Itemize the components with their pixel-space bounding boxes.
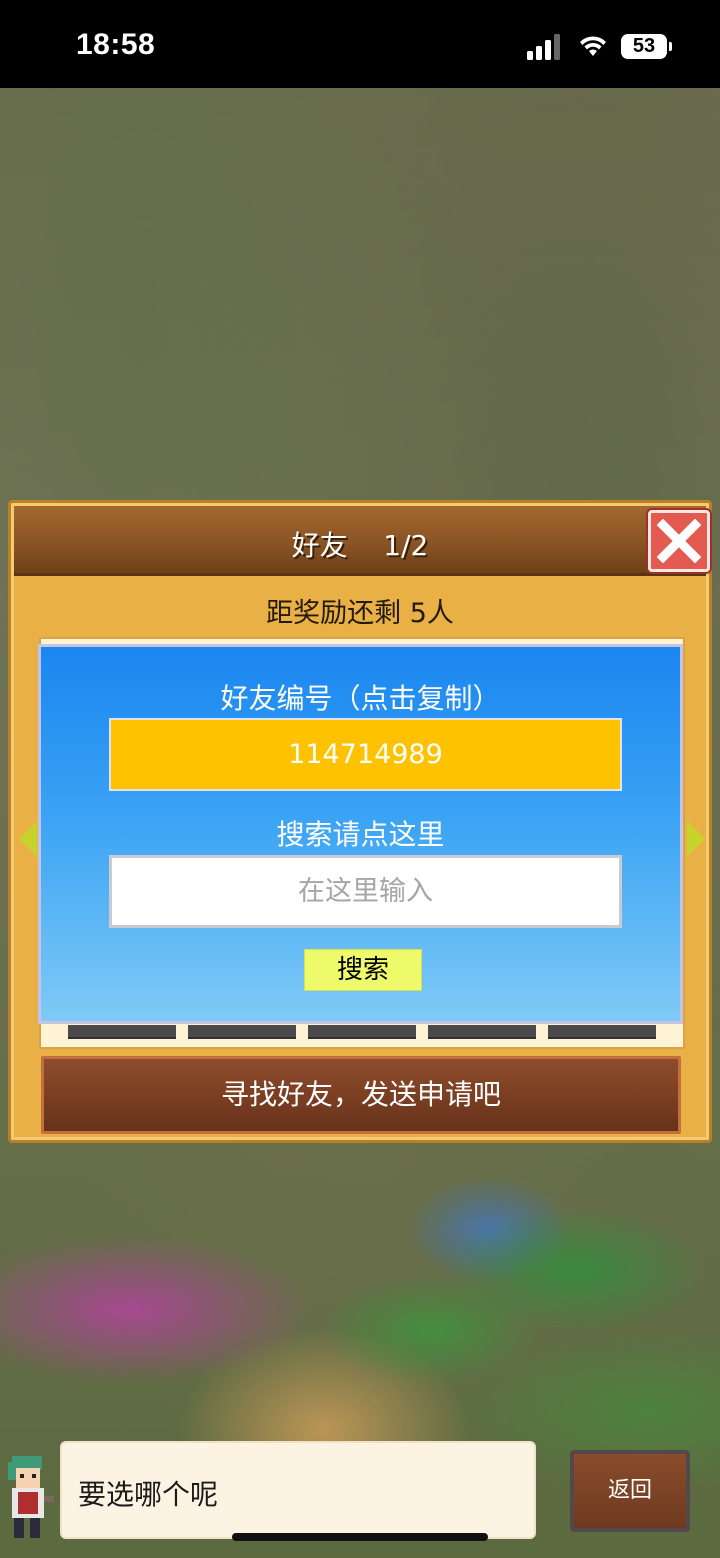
arrow-left-icon[interactable] xyxy=(19,821,37,857)
friend-slot xyxy=(68,1025,176,1039)
status-time: 18:58 xyxy=(76,28,156,61)
battery-icon: 53 xyxy=(621,34,672,59)
friend-slot xyxy=(308,1025,416,1039)
search-input[interactable] xyxy=(109,855,622,928)
home-indicator[interactable] xyxy=(232,1533,488,1541)
friend-id-copy-box[interactable]: 114714989 xyxy=(109,718,622,791)
friend-id-label: 好友编号（点击复制） xyxy=(220,682,501,715)
close-button[interactable] xyxy=(648,510,710,572)
back-button[interactable]: 返回 xyxy=(570,1450,690,1532)
wifi-icon xyxy=(580,36,606,56)
search-button[interactable]: 搜索 xyxy=(304,949,422,991)
friend-slot xyxy=(428,1025,536,1039)
dialog-header: 好友 1/2 xyxy=(14,506,710,576)
friend-search-popup: 好友编号（点击复制） 114714989 搜索请点这里 搜索 xyxy=(38,644,683,1024)
speech-text: 要选哪个呢 xyxy=(78,1478,219,1511)
find-friends-button[interactable]: 寻找好友，发送申请吧 xyxy=(41,1056,681,1134)
friend-slot xyxy=(188,1025,296,1039)
speech-bubble: 要选哪个呢 xyxy=(60,1441,536,1539)
signal-icon xyxy=(527,34,560,60)
search-label: 搜索请点这里 xyxy=(276,818,445,851)
character-avatar xyxy=(8,1456,54,1538)
friend-slot xyxy=(548,1025,656,1039)
status-bar: 18:58 53 xyxy=(0,0,720,88)
close-icon xyxy=(657,519,701,563)
reward-progress-text: 距奖励还剩 5人 xyxy=(266,598,454,629)
arrow-right-icon[interactable] xyxy=(687,821,705,857)
dialog-title: 好友 1/2 xyxy=(291,529,429,562)
